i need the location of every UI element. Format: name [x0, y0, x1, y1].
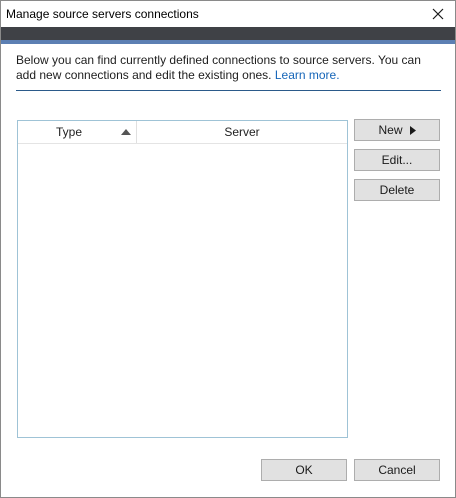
ok-button-label: OK: [295, 463, 313, 477]
description-body: Below you can find currently defined con…: [16, 53, 421, 82]
column-header-type[interactable]: Type: [18, 121, 137, 143]
dialog-title: Manage source servers connections: [6, 7, 199, 21]
delete-button-label: Delete: [379, 183, 415, 197]
new-button[interactable]: New: [354, 119, 440, 141]
ok-button[interactable]: OK: [261, 459, 347, 481]
learn-more-link[interactable]: Learn more.: [275, 68, 340, 82]
column-header-server[interactable]: Server: [137, 121, 347, 143]
manage-connections-dialog: Manage source servers connections Below …: [0, 0, 456, 498]
column-header-type-label: Type: [56, 125, 83, 139]
column-header-server-label: Server: [224, 125, 260, 139]
new-button-label: New: [378, 123, 403, 137]
cancel-button[interactable]: Cancel: [354, 459, 440, 481]
connections-grid[interactable]: Type Server: [17, 120, 348, 438]
grid-header: Type Server: [18, 121, 347, 144]
description-text: Below you can find currently defined con…: [16, 53, 442, 83]
header-accent: [1, 40, 455, 44]
title-bar: Manage source servers connections: [1, 1, 455, 27]
edit-button-label: Edit...: [381, 153, 413, 167]
description-divider: [16, 90, 441, 91]
cancel-button-label: Cancel: [378, 463, 416, 477]
sort-ascending-icon: [121, 129, 131, 135]
edit-button[interactable]: Edit...: [354, 149, 440, 171]
header-band: [1, 27, 455, 40]
close-icon: [432, 8, 444, 20]
submenu-arrow-icon: [409, 125, 416, 135]
close-button[interactable]: [421, 1, 455, 27]
delete-button[interactable]: Delete: [354, 179, 440, 201]
